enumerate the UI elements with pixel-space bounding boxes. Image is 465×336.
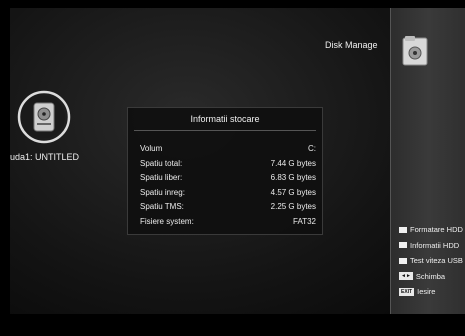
info-row-recording: Spatiu inreg: 4.57 G bytes bbox=[140, 188, 316, 203]
info-row-tms: Spatiu TMS: 2.25 G bytes bbox=[140, 202, 316, 217]
change-option[interactable]: ◄► Schimba bbox=[399, 269, 465, 285]
info-value: C: bbox=[308, 144, 316, 153]
info-value: 4.57 G bytes bbox=[270, 187, 316, 197]
option-label: Formatare HDD bbox=[410, 225, 463, 235]
storage-info-title: Informatii stocare bbox=[190, 114, 260, 124]
screen-border-top bbox=[0, 0, 465, 8]
usb-speed-test-option[interactable]: Test viteza USB bbox=[399, 253, 465, 269]
color-key-icon bbox=[399, 226, 407, 233]
page-title: Disk Manage bbox=[325, 40, 378, 50]
info-value: FAT32 bbox=[293, 216, 316, 226]
color-key-icon bbox=[399, 257, 407, 264]
color-key-icon bbox=[399, 242, 407, 249]
info-value: 7.44 G bytes bbox=[270, 158, 316, 168]
info-row-volume: Volum C: bbox=[140, 144, 316, 159]
hard-disk-icon[interactable] bbox=[17, 90, 71, 144]
info-label: Fisiere system: bbox=[140, 216, 194, 226]
exit-key-icon: EXIT bbox=[399, 287, 415, 296]
info-label: Spatiu total: bbox=[140, 158, 183, 168]
option-label: Test viteza USB bbox=[410, 256, 463, 266]
info-value: 6.83 G bytes bbox=[270, 173, 316, 182]
options-menu: Formatare HDD Informatii HDD Test viteza… bbox=[399, 222, 465, 300]
format-hdd-option[interactable]: Formatare HDD bbox=[399, 222, 465, 238]
screen-border-bottom bbox=[0, 314, 465, 336]
info-row-free: Spatiu liber: 6.83 G bytes bbox=[140, 173, 316, 188]
info-label: Volum bbox=[140, 144, 163, 153]
info-label: Spatiu TMS: bbox=[140, 202, 184, 211]
info-row-filesystem: Fisiere system: FAT32 bbox=[140, 217, 316, 232]
info-label: Spatiu liber: bbox=[140, 173, 183, 182]
tv-screen: Disk Manage uda1: UNTITLED Informatii st… bbox=[0, 0, 465, 336]
info-row-total: Spatiu total: 7.44 G bytes bbox=[140, 159, 316, 174]
screen-border-left bbox=[0, 0, 10, 336]
option-label: Iesire bbox=[417, 287, 436, 297]
option-label: Schimba bbox=[415, 271, 446, 281]
storage-info-divider bbox=[134, 130, 316, 131]
hdd-info-option[interactable]: Informatii HDD bbox=[399, 238, 465, 254]
left-right-key-icon: ◄► bbox=[399, 272, 413, 281]
option-label: Informatii HDD bbox=[410, 240, 460, 250]
storage-info-panel: Informatii stocare Volum C: Spatiu total… bbox=[127, 107, 323, 235]
exit-option[interactable]: EXIT Iesire bbox=[399, 284, 465, 300]
info-label: Spatiu inreg: bbox=[140, 187, 185, 197]
device-label[interactable]: uda1: UNTITLED bbox=[10, 152, 100, 162]
folder-disk-icon bbox=[402, 36, 428, 66]
info-value: 2.25 G bytes bbox=[270, 202, 316, 211]
